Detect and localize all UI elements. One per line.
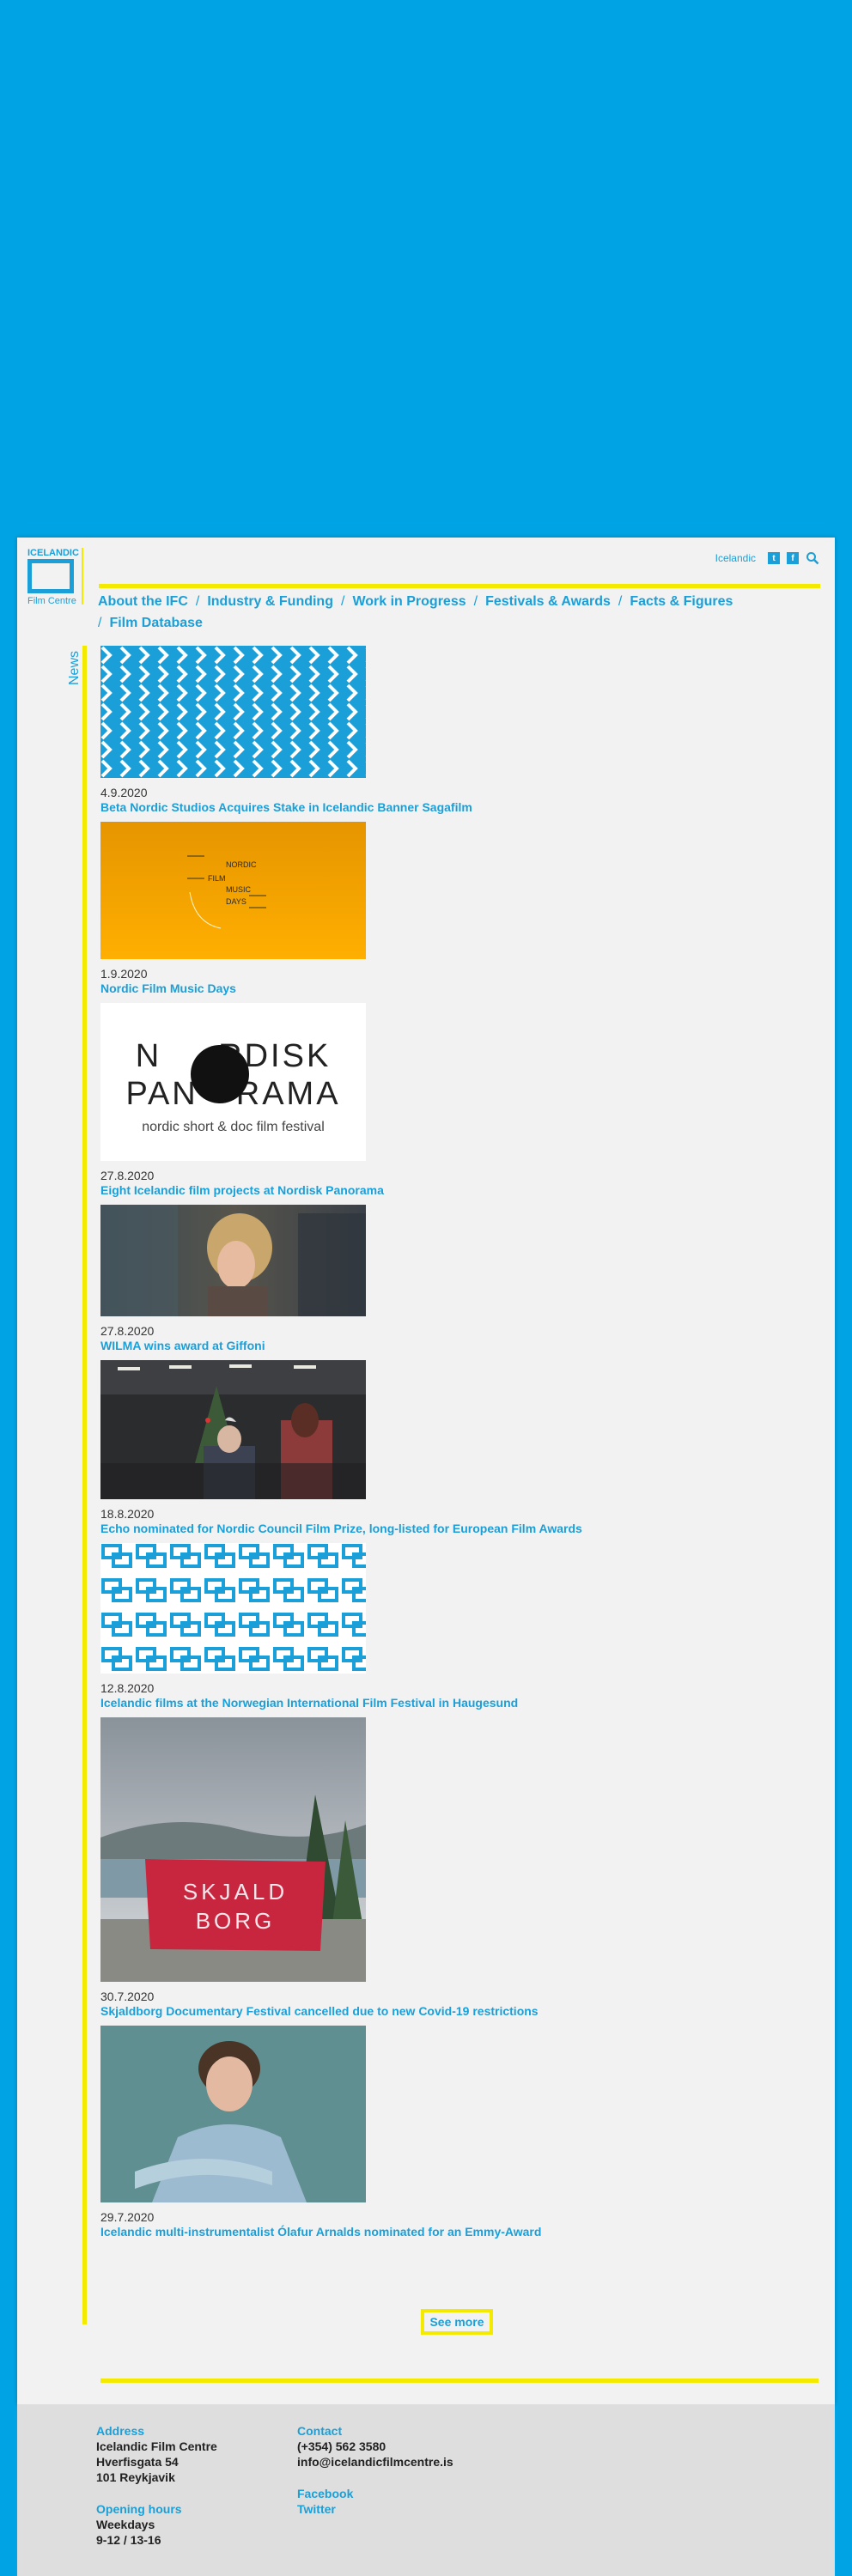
- facebook-icon[interactable]: f: [787, 552, 799, 564]
- poster-word-nordic: NORDIC: [226, 860, 257, 869]
- nav-industry-funding[interactable]: Industry & Funding: [207, 594, 333, 609]
- content-side-rule: [82, 646, 87, 2324]
- news-title-link[interactable]: Skjaldborg Documentary Festival cancelle…: [100, 2004, 539, 2019]
- search-icon[interactable]: [806, 551, 819, 565]
- footer-hours-label: Opening hours: [96, 2502, 182, 2516]
- nav-work-in-progress[interactable]: Work in Progress: [352, 594, 466, 609]
- panorama-tagline: nordic short & doc film festival: [142, 1120, 325, 1134]
- language-switch-link[interactable]: Icelandic: [715, 552, 756, 564]
- news-thumbnail-skjaldborg-photo[interactable]: SKJALD BORG: [100, 1717, 366, 1982]
- news-item: 12.8.2020 Icelandic films at the Norwegi…: [100, 1543, 805, 1711]
- nav-festivals-awards[interactable]: Festivals & Awards: [485, 594, 611, 609]
- news-date: 12.8.2020: [100, 1681, 155, 1695]
- poster-word-film: FILM: [208, 874, 226, 883]
- footer-facebook-link[interactable]: Facebook: [297, 2486, 453, 2501]
- panorama-logo-dot-icon: [191, 1045, 249, 1103]
- nav-about-the-ifc[interactable]: About the IFC: [98, 594, 188, 609]
- panorama-logo-n: N: [135, 1038, 162, 1074]
- content-bottom-divider: [100, 2379, 819, 2383]
- news-item: 4.9.2020 Beta Nordic Studios Acquires St…: [100, 646, 805, 816]
- nav-separator: /: [618, 594, 623, 609]
- section-label-news: News: [67, 650, 82, 685]
- news-title-link[interactable]: WILMA wins award at Giffoni: [100, 1339, 265, 1353]
- news-title-link[interactable]: Eight Icelandic film projects at Nordisk…: [100, 1183, 384, 1198]
- footer-address-line: Hverfisgata 54: [96, 2455, 179, 2469]
- news-date: 27.8.2020: [100, 1324, 155, 1338]
- main-navigation: About the IFC / Industry & Funding / Work in…: [98, 591, 802, 634]
- footer-phone[interactable]: (+354) 562 3580: [297, 2439, 453, 2454]
- news-title-link[interactable]: Echo nominated for Nordic Council Film P…: [100, 1522, 582, 1536]
- footer-hours-line: Weekdays: [96, 2518, 155, 2531]
- footer-hours-line: 9-12 / 13-16: [96, 2533, 161, 2547]
- news-thumbnail-film-still-office[interactable]: [100, 1360, 366, 1499]
- logo-frame-icon: [27, 559, 74, 593]
- news-thumbnail-portrait-photo[interactable]: [100, 2026, 366, 2202]
- poster-word-music: MUSIC: [226, 885, 252, 894]
- news-date: 1.9.2020: [100, 967, 148, 981]
- banner-word-skjald: SKJALD: [183, 1879, 288, 1905]
- top-utility-bar: Icelandic t f: [715, 551, 819, 565]
- news-thumbnail-chevron-pattern[interactable]: [100, 646, 366, 778]
- logo-wordmark-top: ICELANDIC: [27, 548, 79, 558]
- nav-facts-figures[interactable]: Facts & Figures: [630, 594, 733, 609]
- logo-divider: [82, 548, 83, 605]
- news-thumbnail-nordisk-panorama[interactable]: N RDISK PAN RAMA nordic short & doc film f…: [100, 1003, 366, 1161]
- news-thumbnail-film-still-child[interactable]: [100, 1205, 366, 1316]
- news-date: 4.9.2020: [100, 786, 148, 799]
- footer-address-column: Address Icelandic Film Centre Hverfisgat…: [96, 2423, 217, 2548]
- banner-word-borg: BORG: [196, 1908, 276, 1934]
- news-item: N RDISK PAN RAMA nordic short & doc film f…: [100, 1003, 805, 1199]
- nav-separator: /: [195, 594, 200, 609]
- header-divider: [99, 584, 820, 588]
- news-item: 27.8.2020 WILMA wins award at Giffoni: [100, 1205, 805, 1354]
- nav-separator: /: [98, 616, 102, 630]
- footer-address-line: 101 Reykjavik: [96, 2470, 175, 2484]
- footer-email[interactable]: info@icelandicfilmcentre.is: [297, 2454, 453, 2470]
- news-thumbnail-square-pattern[interactable]: [100, 1543, 366, 1674]
- poster-word-days: DAYS: [226, 897, 246, 906]
- logo-wordmark-bottom: Film Centre: [27, 596, 76, 606]
- footer-address-label: Address: [96, 2424, 145, 2438]
- news-date: 29.7.2020: [100, 2210, 155, 2224]
- news-item: SKJALD BORG 30.7.2020 Skjaldborg Documen…: [100, 1717, 805, 2020]
- footer-address-line: Icelandic Film Centre: [96, 2439, 217, 2453]
- twitter-icon[interactable]: t: [768, 552, 780, 564]
- news-item: NORDIC FILM MUSIC DAYS 1.9.2020 Nordic F…: [100, 822, 805, 997]
- see-more-button[interactable]: See more: [421, 2309, 493, 2335]
- nav-separator: /: [340, 594, 345, 609]
- nav-separator: /: [473, 594, 478, 609]
- news-item: 18.8.2020 Echo nominated for Nordic Coun…: [100, 1360, 805, 1537]
- news-title-link[interactable]: Nordic Film Music Days: [100, 981, 236, 996]
- news-date: 30.7.2020: [100, 1990, 155, 2003]
- news-item: 29.7.2020 Icelandic multi-instrumentalis…: [100, 2026, 805, 2240]
- site-footer: Address Icelandic Film Centre Hverfisgat…: [17, 2404, 835, 2576]
- news-thumbnail-nordic-film-music-days[interactable]: NORDIC FILM MUSIC DAYS: [100, 822, 366, 959]
- news-date: 27.8.2020: [100, 1169, 155, 1182]
- news-date: 18.8.2020: [100, 1507, 155, 1521]
- nav-film-database[interactable]: Film Database: [109, 616, 202, 630]
- news-title-link[interactable]: Beta Nordic Studios Acquires Stake in Ic…: [100, 800, 472, 815]
- footer-twitter-link[interactable]: Twitter: [297, 2501, 453, 2517]
- footer-contact-label: Contact: [297, 2424, 343, 2438]
- panorama-logo-rama: RAMA: [235, 1076, 341, 1112]
- site-logo[interactable]: ICELANDIC Film Centre: [27, 548, 84, 606]
- news-list: 4.9.2020 Beta Nordic Studios Acquires St…: [100, 646, 805, 2244]
- main-page: ICELANDIC Film Centre Icelandic t f Abou…: [17, 538, 835, 2404]
- news-title-link[interactable]: Icelandic multi-instrumentalist Ólafur A…: [100, 2225, 541, 2239]
- news-title-link[interactable]: Icelandic films at the Norwegian Interna…: [100, 1696, 518, 1710]
- footer-contact-column: Contact (+354) 562 3580 info@icelandicfi…: [297, 2423, 453, 2517]
